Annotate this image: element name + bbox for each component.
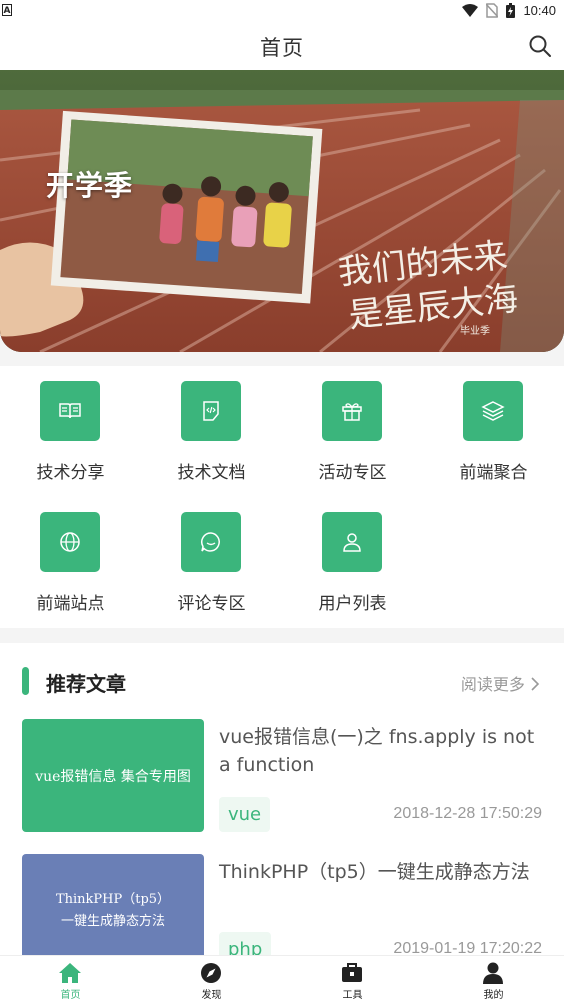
tab-mine[interactable]: 我的 (423, 956, 564, 1002)
menu-item-label: 评论专区 (177, 594, 246, 614)
tab-home[interactable]: 首页 (0, 956, 141, 1002)
no-sim-icon (486, 3, 499, 18)
status-time: 10:40 (523, 3, 556, 18)
banner-slogan-sub: 毕业季 (460, 326, 490, 337)
feature-grid: 技术分享 技术文档 活动专区 前端聚合 前端站点 评论专区 用户列表 (0, 366, 564, 628)
thumbnail-text-line2: 一键生成静态方法 (60, 913, 165, 929)
page-title: 首页 (260, 36, 304, 60)
battery-icon (506, 3, 516, 18)
tab-label: 我的 (483, 990, 504, 1001)
home-icon (59, 963, 81, 983)
section-accent-bar (22, 667, 29, 695)
bottom-tab-bar: 首页 发现 工具 我的 (0, 955, 564, 1002)
code-doc-icon (181, 381, 241, 441)
chevron-right-icon (531, 677, 540, 691)
section-title: 推荐文章 (46, 672, 126, 696)
banner-label: 开学季 (46, 169, 134, 202)
tab-tools[interactable]: 工具 (282, 956, 423, 1002)
recommend-section: 推荐文章 阅读更多 vue报错信息 集合专用图 vue报错信息(一)之 fns.… (0, 643, 564, 967)
app-header: 首页 (0, 24, 564, 70)
recommend-header: 推荐文章 阅读更多 (0, 643, 564, 719)
search-icon[interactable] (528, 34, 552, 58)
article-title: vue报错信息(一)之 fns.apply is not a function (219, 726, 535, 776)
article-title: ThinkPHP（tp5）一键生成静态方法 (219, 861, 530, 883)
menu-item-frontend-sites[interactable]: 前端站点 (0, 497, 141, 617)
user-icon (322, 512, 382, 572)
menu-item-frontend-hub[interactable]: 前端聚合 (423, 366, 564, 486)
wifi-icon (462, 3, 479, 17)
book-icon (40, 381, 100, 441)
article-item[interactable]: vue报错信息 集合专用图 vue报错信息(一)之 fns.apply is n… (0, 719, 564, 854)
toolbox-icon (342, 963, 362, 982)
thumbnail-text-line1: ThinkPHP（tp5） (55, 891, 171, 907)
thumbnail-text: vue报错信息 集合专用图 (35, 768, 191, 785)
menu-item-label: 活动专区 (318, 463, 387, 483)
tab-label: 发现 (201, 990, 222, 1001)
article-thumbnail: ThinkPHP（tp5） 一键生成静态方法 (22, 854, 204, 967)
menu-item-tech-docs[interactable]: 技术文档 (141, 366, 282, 486)
menu-item-tech-share[interactable]: 技术分享 (0, 366, 141, 486)
notification-badge: A (2, 4, 12, 16)
app-screen: A 10:40 首页 开学季 我们的未来 是星辰大海 毕业季 技术分享 技术文档… (0, 0, 564, 1002)
menu-item-label: 前端站点 (36, 594, 105, 614)
status-icons: 10:40 (462, 3, 556, 18)
menu-item-label: 前端聚合 (459, 463, 528, 483)
globe-icon (40, 512, 100, 572)
menu-item-label: 技术文档 (177, 463, 246, 483)
tab-discover[interactable]: 发现 (141, 956, 282, 1002)
article-thumbnail: vue报错信息 集合专用图 (22, 719, 204, 832)
status-bar: A 10:40 (0, 0, 564, 24)
tab-label: 首页 (60, 990, 81, 1001)
compass-icon (201, 963, 221, 983)
article-date: 2018-12-28 17:50:29 (393, 805, 542, 822)
menu-item-user-list[interactable]: 用户列表 (282, 497, 423, 617)
chat-icon (181, 512, 241, 572)
banner-carousel[interactable]: 开学季 我们的未来 是星辰大海 毕业季 (0, 70, 564, 352)
person-icon (483, 962, 503, 984)
article-tag: vue (219, 797, 271, 832)
menu-item-activity[interactable]: 活动专区 (282, 366, 423, 486)
menu-item-label: 技术分享 (36, 463, 105, 483)
menu-item-label: 用户列表 (318, 594, 387, 614)
gift-icon (322, 381, 382, 441)
read-more-label: 阅读更多 (460, 675, 525, 694)
tab-label: 工具 (342, 990, 363, 1001)
menu-item-comments[interactable]: 评论专区 (141, 497, 282, 617)
layers-icon (463, 381, 523, 441)
read-more-link[interactable]: 阅读更多 (461, 671, 540, 695)
